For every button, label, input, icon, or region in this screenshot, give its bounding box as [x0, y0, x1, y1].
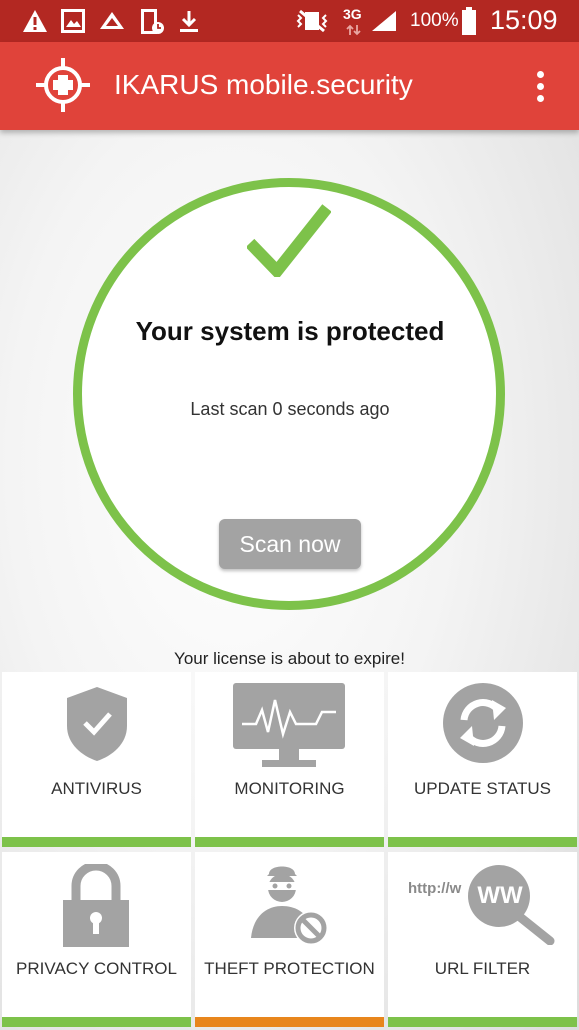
tile-status-bar — [195, 1017, 384, 1027]
ikarus-logo-icon — [36, 58, 90, 112]
overflow-menu-button[interactable] — [526, 68, 556, 104]
license-warning: Your license is about to expire! — [174, 649, 405, 668]
protection-status-title: Your system is protected — [135, 316, 445, 346]
overflow-dot — [537, 95, 544, 102]
cloud-alert-icon — [100, 12, 124, 29]
tile-label: PRIVACY CONTROL — [16, 959, 177, 978]
tile-label: MONITORING — [234, 779, 345, 798]
scan-now-button[interactable]: Scan now — [219, 519, 361, 569]
battery-percent: 100% — [410, 10, 459, 31]
tile-antivirus[interactable]: ANTIVIRUS — [2, 672, 191, 847]
url-icon-badge: WW — [477, 882, 523, 909]
tile-privacy-control[interactable]: PRIVACY CONTROL — [2, 852, 191, 1027]
image-icon — [61, 9, 85, 33]
tile-monitoring[interactable]: MONITORING — [195, 672, 384, 847]
monitor-pulse-icon — [233, 683, 345, 767]
status-bar: 3G 100% 15:09 — [0, 0, 579, 42]
tile-label: URL FILTER — [434, 959, 531, 978]
battery-icon — [462, 7, 476, 35]
data-arrows-icon — [346, 24, 361, 36]
tile-status-bar — [388, 837, 577, 847]
tile-label: THEFT PROTECTION — [204, 959, 375, 978]
refresh-icon — [443, 683, 523, 763]
warning-icon — [23, 10, 47, 32]
tile-status-bar — [195, 837, 384, 847]
tile-update-status[interactable]: UPDATE STATUS — [388, 672, 577, 847]
url-icon-text: http://w — [408, 880, 462, 897]
app-bar: IKARUS mobile.security — [0, 42, 579, 130]
padlock-icon — [63, 864, 129, 947]
overflow-dot — [537, 71, 544, 78]
network-type: 3G — [343, 6, 362, 22]
url-magnifier-icon: http://w WW — [408, 860, 558, 950]
signal-icon — [372, 11, 396, 31]
vibrate-off-icon — [296, 9, 328, 33]
checkmark-icon — [247, 204, 331, 277]
tile-status-bar — [2, 837, 191, 847]
app-title: IKARUS mobile.security — [114, 69, 413, 100]
phone-clock-icon — [141, 9, 164, 34]
tile-label: UPDATE STATUS — [414, 779, 551, 798]
tile-status-bar — [2, 1017, 191, 1027]
shield-check-icon — [67, 687, 127, 761]
overflow-dot — [537, 83, 544, 90]
tile-url-filter[interactable]: http://w WW URL FILTER — [388, 852, 577, 1027]
tile-status-bar — [388, 1017, 577, 1027]
tile-theft-protection[interactable]: THEFT PROTECTION — [195, 852, 384, 1027]
clock: 15:09 — [490, 5, 558, 35]
thief-icon — [251, 866, 328, 945]
download-icon — [180, 11, 198, 32]
last-scan-text: Last scan 0 seconds ago — [190, 399, 390, 419]
tile-label: ANTIVIRUS — [51, 779, 142, 798]
